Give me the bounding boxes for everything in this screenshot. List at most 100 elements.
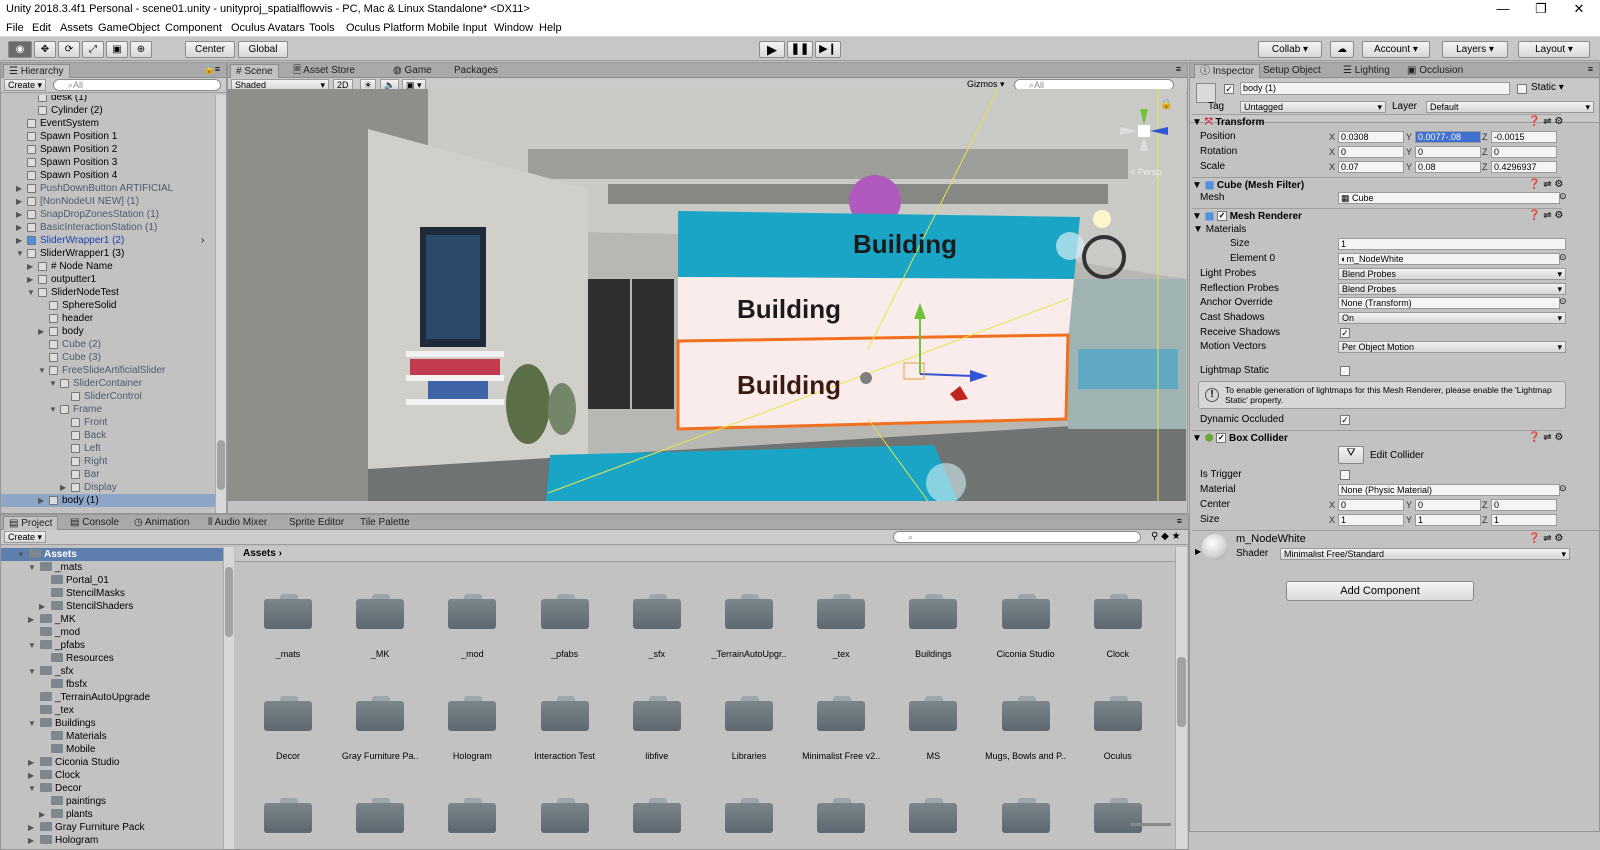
layout-dropdown[interactable]: Layout ▾ <box>1518 41 1590 58</box>
rotate-tool-icon[interactable]: ⟳ <box>58 41 80 58</box>
panel-menu-icon[interactable]: ≡ <box>1588 64 1593 74</box>
component-menu-icon[interactable]: ❓ ⇌ ⚙ <box>1528 116 1563 127</box>
project-tree-item[interactable]: ▼ _sfx <box>1 665 223 678</box>
folder-label[interactable]: _tex <box>795 649 887 659</box>
menu-help[interactable]: Help <box>539 22 562 34</box>
folder-label[interactable]: MS <box>887 751 979 761</box>
materials-size-field[interactable]: 1 <box>1338 238 1566 250</box>
add-component-button[interactable]: Add Component <box>1286 581 1474 601</box>
hierarchy-item[interactable]: SphereSolid <box>1 299 215 312</box>
folder-icon[interactable] <box>264 797 312 833</box>
material-foldout-icon[interactable]: ▶ <box>1195 547 1201 556</box>
project-tree-item[interactable]: _tex <box>1 704 223 717</box>
persp-label[interactable]: < Persp <box>1130 167 1161 177</box>
tab-audio-mixer[interactable]: ⫴ Audio Mixer <box>203 516 272 530</box>
expand-arrow-icon[interactable]: ▶ <box>27 273 37 286</box>
position-x-field[interactable]: 0.0308 <box>1338 131 1404 143</box>
axis-z-label[interactable]: Z <box>1482 131 1488 143</box>
cloud-icon[interactable]: ☁ <box>1330 41 1354 58</box>
expand-arrow-icon[interactable]: ▶ <box>60 481 70 494</box>
tab-scene[interactable]: # Scene <box>230 64 279 78</box>
account-dropdown[interactable]: Account ▾ <box>1362 41 1430 58</box>
component-menu-icon[interactable]: ❓ ⇌ ⚙ <box>1528 432 1563 443</box>
folder-label[interactable]: Clock <box>1072 649 1164 659</box>
folder-icon[interactable] <box>817 593 866 629</box>
hierarchy-item[interactable]: ▶ body <box>1 325 215 338</box>
folder-icon[interactable] <box>725 695 773 731</box>
folder-label[interactable]: _mats <box>242 649 334 659</box>
axis-x-label[interactable]: X <box>1329 146 1335 158</box>
folder-icon[interactable] <box>448 797 497 833</box>
tab-lighting[interactable]: ☰ Lighting <box>1338 64 1395 78</box>
step-button[interactable]: ▶❙ <box>815 41 841 58</box>
expand-arrow-icon[interactable]: ▼ <box>16 247 26 260</box>
global-space-button[interactable]: Global <box>238 41 288 58</box>
hierarchy-item[interactable]: Spawn Position 1 <box>1 130 215 143</box>
hierarchy-item[interactable]: ▼ SliderNodeTest <box>1 286 215 299</box>
folder-icon[interactable] <box>909 695 958 731</box>
tab-sprite-editor[interactable]: Sprite Editor <box>284 516 349 530</box>
receive-shadows-checkbox[interactable]: ✓ <box>1340 328 1350 338</box>
project-search-input[interactable]: ⌕ <box>893 531 1141 543</box>
menu-oculus-avatars[interactable]: Oculus Avatars <box>231 22 305 34</box>
static-checkbox[interactable] <box>1517 84 1527 94</box>
open-prefab-icon[interactable]: › <box>201 234 204 247</box>
transform-header[interactable]: ▼ ⤧ Transform <box>1192 114 1562 130</box>
expand-arrow-icon[interactable]: ▶ <box>16 208 26 221</box>
hierarchy-item[interactable]: Bar <box>1 468 215 481</box>
position-z-field[interactable]: -0.0015 <box>1491 131 1557 143</box>
axis-z-label[interactable]: Z <box>1482 161 1488 173</box>
folder-label[interactable]: _TerrainAutoUpgr.. <box>703 649 795 659</box>
folder-label[interactable]: Decor <box>242 751 334 761</box>
tab-project[interactable]: ▤ Project <box>3 516 59 530</box>
hierarchy-item[interactable]: ▶ Display <box>1 481 215 494</box>
project-tree-item[interactable]: paintings <box>1 795 223 808</box>
position-y-field[interactable]: 0.0077-.08 <box>1415 131 1481 143</box>
project-tree-item[interactable]: StencilMasks <box>1 587 223 600</box>
tab-hierarchy[interactable]: ☰ Hierarchy <box>3 64 70 78</box>
pivot-center-button[interactable]: Center <box>185 41 235 58</box>
project-tree-item[interactable]: ▶ plants <box>1 808 223 821</box>
expand-arrow-icon[interactable]: ▶ <box>28 834 34 847</box>
asset-grid-scrollbar[interactable] <box>1175 547 1187 849</box>
tab-inspector[interactable]: ⓘ Inspector <box>1194 64 1260 78</box>
project-tree-item[interactable]: Resources <box>1 652 223 665</box>
axis-y-label[interactable]: Y <box>1406 131 1412 143</box>
hierarchy-create-dropdown[interactable]: Create ▾ <box>4 79 47 91</box>
hierarchy-item[interactable]: Cube (2) <box>1 338 215 351</box>
minimize-icon[interactable]: — <box>1487 0 1519 20</box>
folder-icon[interactable] <box>725 593 773 629</box>
expand-arrow-icon[interactable]: ▼ <box>49 377 59 390</box>
expand-arrow-icon[interactable]: ▼ <box>28 717 36 730</box>
static-label[interactable]: Static ▾ <box>1531 82 1564 93</box>
hierarchy-item[interactable]: desk (1) <box>1 95 215 104</box>
axis-y-label[interactable]: Y <box>1406 514 1412 526</box>
hierarchy-item[interactable]: ▶ outputter1 <box>1 273 215 286</box>
folder-icon[interactable] <box>725 797 773 833</box>
active-checkbox[interactable]: ✓ <box>1224 84 1234 94</box>
project-tree-item[interactable]: ▼ _mats <box>1 561 223 574</box>
axis-z-label[interactable]: Z <box>1482 146 1488 158</box>
hierarchy-scrollbar[interactable] <box>215 95 226 513</box>
folder-icon[interactable] <box>909 797 958 833</box>
collab-dropdown[interactable]: Collab ▾ <box>1258 41 1322 58</box>
reflection-probes-dropdown[interactable]: Blend Probes ▾ <box>1338 283 1566 295</box>
hierarchy-item[interactable]: Spawn Position 3 <box>1 156 215 169</box>
folder-label[interactable]: Minimalist Free v2.. <box>795 751 887 761</box>
rect-tool-icon[interactable]: ▣ <box>106 41 128 58</box>
project-tree-item[interactable]: _TerrainAutoUpgrade <box>1 691 223 704</box>
expand-arrow-icon[interactable]: ▶ <box>39 600 45 613</box>
expand-arrow-icon[interactable]: ▼ <box>28 665 36 678</box>
tab-packages[interactable]: Packages <box>449 64 503 78</box>
hierarchy-item[interactable]: Cube (3) <box>1 351 215 364</box>
folder-label[interactable]: _pfabs <box>519 649 611 659</box>
menu-assets[interactable]: Assets <box>60 22 93 34</box>
menu-oculus-platform[interactable]: Oculus Platform <box>346 22 424 34</box>
project-tree-item[interactable]: ▶ StencilShaders <box>1 600 223 613</box>
menu-mobile-input[interactable]: Mobile Input <box>427 22 487 34</box>
expand-arrow-icon[interactable]: ▶ <box>16 182 26 195</box>
collider-size-z-field[interactable]: 1 <box>1491 514 1557 526</box>
expand-arrow-icon[interactable]: ▶ <box>28 769 34 782</box>
hierarchy-item[interactable]: SliderControl <box>1 390 215 403</box>
project-tree-item[interactable]: ▶ Ciconia Studio <box>1 756 223 769</box>
